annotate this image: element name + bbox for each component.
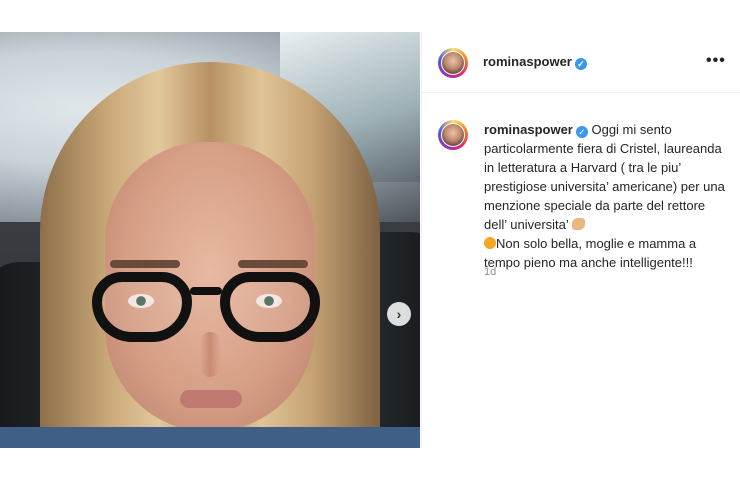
photo-sweater bbox=[0, 427, 420, 448]
username-link[interactable]: rominaspower bbox=[483, 54, 572, 69]
flexed-biceps-emoji-icon bbox=[571, 218, 585, 230]
photo-glasses-left bbox=[92, 272, 192, 342]
photo-brow-left bbox=[110, 260, 180, 268]
verified-badge-icon: ✓ bbox=[575, 126, 588, 138]
comment-avatar[interactable] bbox=[438, 120, 468, 150]
photo-brow-right bbox=[238, 260, 308, 268]
photo-lips bbox=[180, 390, 242, 408]
instagram-post: › rominaspower ✓ ••• rominaspower ✓ Oggi m… bbox=[0, 32, 740, 448]
caption-text: rominaspower ✓ Oggi mi sento particolarme… bbox=[484, 120, 730, 272]
header-username-row: rominaspower ✓ bbox=[483, 54, 587, 70]
caption-body: Oggi mi sento particolarmente fiera di C… bbox=[484, 122, 725, 232]
post-photo[interactable]: › bbox=[0, 32, 420, 448]
next-image-button[interactable]: › bbox=[387, 302, 411, 326]
caption-body-2: Non solo bella, moglie e mamma a tempo p… bbox=[484, 236, 697, 270]
photo-nose bbox=[200, 332, 220, 377]
caption-username-link[interactable]: rominaspower bbox=[484, 122, 573, 137]
photo-glasses-bridge bbox=[190, 287, 222, 295]
smiling-face-emoji-icon bbox=[484, 237, 496, 249]
avatar[interactable] bbox=[438, 48, 468, 78]
post-header: rominaspower ✓ ••• bbox=[422, 32, 740, 93]
chevron-right-icon: › bbox=[396, 306, 402, 322]
verified-badge-icon: ✓ bbox=[574, 58, 587, 70]
more-options-icon[interactable]: ••• bbox=[706, 52, 726, 70]
post-timestamp[interactable]: 1d bbox=[484, 266, 496, 278]
photo-glasses-right bbox=[220, 272, 320, 342]
post-side-panel: rominaspower ✓ ••• rominaspower ✓ Oggi mi … bbox=[421, 32, 740, 448]
